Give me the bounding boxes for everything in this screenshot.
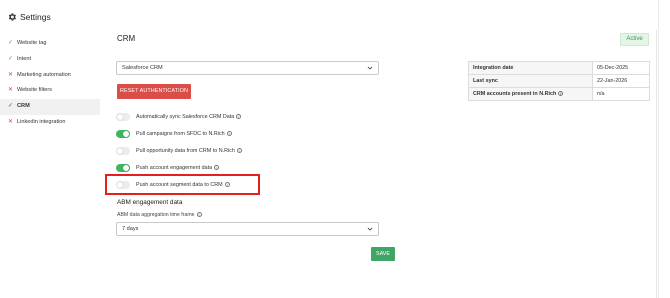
save-button[interactable]: SAVE [371,247,395,261]
auto-sync-toggle[interactable] [116,113,130,121]
table-value: 22-Jan-2026 [592,74,650,88]
table-row: CRM accounts present in N.Rich i n/a [468,87,650,101]
status-badge: Active [620,33,649,46]
pull-campaigns-toggle[interactable] [116,130,130,138]
crm-select-value: Salesforce CRM [122,65,163,71]
info-icon[interactable]: i [196,212,202,217]
abm-section-title: ABM engagement data [117,199,183,206]
info-icon[interactable]: i [236,148,242,153]
sidebar-item-marketing-automation[interactable]: ✕ Marketing automation [0,68,100,84]
check-icon: ✓ [8,103,14,110]
sidebar-item-label: Website filters [17,87,53,94]
sidebar-item-label: Linkedin integration [17,118,66,125]
check-icon: ✓ [8,55,14,62]
app-header: Settings [0,0,670,34]
scrollbar-track[interactable] [658,0,659,298]
cross-icon: ✕ [8,87,14,94]
cross-icon: ✕ [8,71,14,78]
pull-opportunity-toggle[interactable] [116,147,130,155]
sidebar-item-intent[interactable]: ✓ Intent [0,52,100,68]
cross-icon: ✕ [8,118,14,125]
chevron-down-icon [367,227,373,231]
sidebar-item-label: CRM [17,103,30,110]
toggle-label: Automatically sync Salesforce CRM Data [136,114,235,120]
table-key: Last sync [468,74,593,88]
info-icon[interactable]: i [558,91,564,96]
sidebar-item-crm[interactable]: ✓ CRM [0,99,100,115]
info-icon[interactable]: i [226,131,232,136]
check-icon: ✓ [8,40,14,46]
sidebar-item-website-tag[interactable]: ✓ Website tag [0,36,100,52]
content-divider [656,30,657,298]
reset-authentication-button[interactable]: RESET AUTHENTICATION [117,84,191,99]
table-key: Integration date [468,61,593,75]
push-engagement-toggle[interactable] [116,164,130,172]
table-row: Last sync 22-Jan-2026 [468,74,650,88]
timeframe-select-value: 7 days [122,226,139,232]
timeframe-select[interactable]: 7 days [116,222,379,236]
table-key: CRM accounts present in N.Rich [473,91,557,97]
info-icon[interactable]: i [236,114,242,119]
info-icon[interactable]: i [214,165,220,170]
sidebar-item-label: Marketing automation [17,71,71,78]
sidebar: ✓ Website tag ✓ Intent ✕ Marketing autom… [0,36,100,131]
chevron-down-icon [367,66,373,70]
abm-timeframe-label: ABM data aggregation time frame [117,212,195,218]
sidebar-item-website-filters[interactable]: ✕ Website filters [0,83,100,99]
table-value: n/a [592,87,650,101]
section-title: CRM [117,34,136,43]
crm-select[interactable]: Salesforce CRM [116,61,379,75]
table-value: 05-Dec-2025 [592,61,650,75]
sidebar-item-label: Intent [17,55,31,62]
toggle-label: Pull opportunity data from CRM to N.Rich [136,148,235,154]
highlight-box [105,174,260,195]
sidebar-item-label: Website tag [17,40,47,46]
page-title: Settings [20,12,51,22]
toggle-label: Push account engagement data [136,165,213,171]
table-row: Integration date 05-Dec-2025 [468,61,650,75]
integration-info-table: Integration date 05-Dec-2025 Last sync 2… [468,61,650,101]
toggle-label: Pull campaigns from SFDC to N.Rich [136,131,225,137]
sidebar-item-linkedin-integration[interactable]: ✕ Linkedin integration [0,115,100,131]
gear-icon [8,13,16,21]
